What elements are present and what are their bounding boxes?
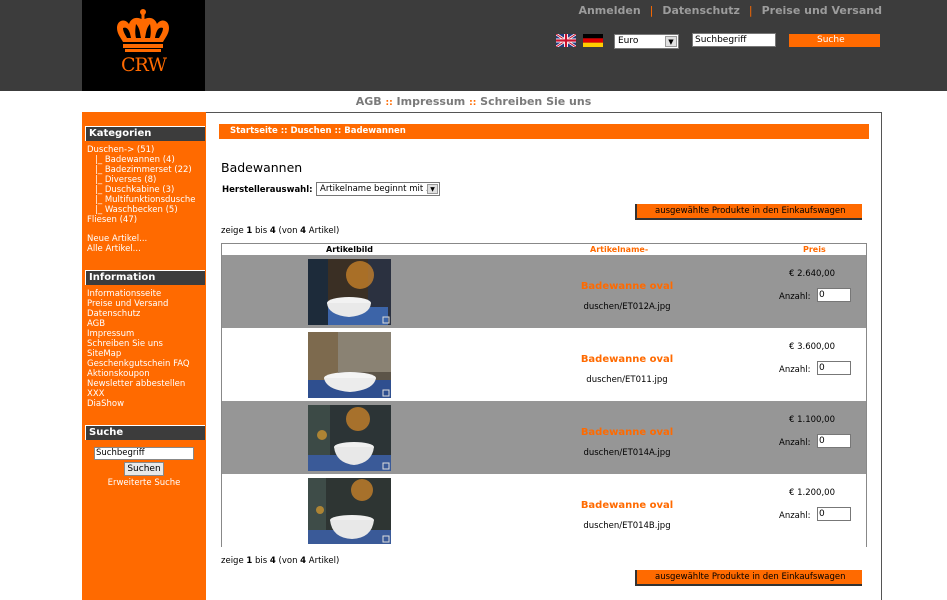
info-link[interactable]: XXX [87,389,190,399]
categories-title: Kategorien [85,126,205,141]
quantity-input[interactable]: 0 [817,361,851,375]
category-item[interactable]: |_ Waschbecken (5) [87,205,196,215]
product-price: € 3.600,00 [789,342,835,352]
all-products-link[interactable]: Alle Artikel... [87,244,196,254]
currency-select[interactable]: Euro ▼ [614,34,679,49]
info-link[interactable]: Schreiben Sie uns [87,339,190,349]
product-image[interactable] [308,405,391,471]
new-products-link[interactable]: Neue Artikel... [87,234,196,244]
product-name-link[interactable]: Badewanne oval [562,427,692,438]
product-price: € 2.640,00 [789,269,835,279]
sidebar: Kategorien Duschen-> (51) |_ Badewannen … [82,112,206,600]
page-title: Badewannen [221,160,303,175]
info-link[interactable]: Geschenkgutschein FAQ [87,359,190,369]
manufacturer-label: Herstellerauswahl: [222,185,313,195]
manufacturer-select-value: Artikelname beginnt mit ... [320,184,434,194]
header-image: Artikelbild [326,245,373,254]
info-link[interactable]: AGB [87,319,190,329]
table-row: Badewanne oval duschen/ET012A.jpg € 2.64… [222,255,866,328]
header-price[interactable]: Preis [803,244,826,255]
info-link[interactable]: Impressum [87,329,190,339]
logo[interactable]: CRW [82,0,205,91]
quantity-input[interactable]: 0 [817,288,851,302]
product-image[interactable] [308,259,391,325]
privacy-link[interactable]: Datenschutz [662,4,740,17]
shipping-link[interactable]: Preise und Versand [762,4,882,17]
top-links: Anmelden | Datenschutz | Preise und Versand [578,4,882,17]
sidebar-search-button[interactable]: Suchen [124,462,164,476]
chevron-down-icon: ▼ [665,36,677,47]
separator: :: [469,98,477,108]
logo-text: CRW [121,54,167,76]
search-title: Suche [85,425,205,440]
advanced-search-link[interactable]: Erweiterte Suche [82,478,206,488]
header-bar: CRW Anmelden | Datenschutz | Preise und Vers… [0,0,947,91]
uk-flag-icon[interactable] [556,34,576,47]
category-item[interactable]: |_ Duschkabine (3) [87,185,196,195]
product-name-link[interactable]: Badewanne oval [562,281,692,292]
table-row: Badewanne oval duschen/ET014A.jpg € 1.10… [222,401,866,474]
header-name[interactable]: Artikelname- [590,244,648,255]
product-file: duschen/ET014A.jpg [583,448,671,458]
category-item[interactable]: |_ Badezimmerset (22) [87,165,196,175]
information-title: Information [85,270,205,285]
separator: :: [385,98,393,108]
sidebar-search-input[interactable]: Suchbegriff [94,447,194,460]
add-to-cart-button[interactable]: ausgewählte Produkte in den Einkaufswage… [635,204,862,220]
product-file: duschen/ET014B.jpg [583,521,671,531]
info-link[interactable]: Informationsseite [87,289,190,299]
category-item[interactable]: Fliesen (47) [87,215,196,225]
info-link[interactable]: Newsletter abbestellen [87,379,190,389]
product-name-link[interactable]: Badewanne oval [562,500,692,511]
information-list: Informationsseite Preise und Versand Dat… [87,289,190,409]
table-row: Badewanne oval duschen/ET014B.jpg € 1.20… [222,474,866,547]
info-link[interactable]: Datenschutz [87,309,190,319]
contact-link[interactable]: Schreiben Sie uns [480,95,591,108]
separator: | [649,4,654,17]
manufacturer-select[interactable]: Artikelname beginnt mit ... ▼ [316,182,440,196]
crown-icon [117,9,169,52]
category-item[interactable]: |_ Multifunktionsdusche [87,195,196,205]
product-table: Artikelbild Artikelname- Preis Badewanne… [221,243,867,547]
info-link[interactable]: Preise und Versand [87,299,190,309]
login-link[interactable]: Anmelden [578,4,640,17]
agb-link[interactable]: AGB [356,95,382,108]
quantity-label: Anzahl: [779,292,811,302]
german-flag-icon[interactable] [583,34,603,47]
category-item[interactable]: |_ Diverses (8) [87,175,196,185]
quantity-label: Anzahl: [779,438,811,448]
quantity-input[interactable]: 0 [817,507,851,521]
product-price: € 1.200,00 [789,488,835,498]
breadcrumb[interactable]: Startseite :: Duschen :: Badewannen [219,124,869,139]
currency-value: Euro [618,36,639,46]
result-count: zeige 1 bis 4 (von 4 Artikel) [221,556,340,566]
table-row: Badewanne oval duschen/ET011.jpg € 3.600… [222,328,866,401]
header-search-button[interactable]: Suche [789,34,880,47]
info-link[interactable]: DiaShow [87,399,190,409]
quantity-label: Anzahl: [779,365,811,375]
product-name-link[interactable]: Badewanne oval [562,354,692,365]
separator: | [748,4,753,17]
quantity-label: Anzahl: [779,511,811,521]
add-to-cart-button[interactable]: ausgewählte Produkte in den Einkaufswage… [635,570,862,586]
product-image[interactable] [308,478,391,544]
chevron-down-icon: ▼ [427,184,438,194]
product-price: € 1.100,00 [789,415,835,425]
product-file: duschen/ET012A.jpg [583,302,671,312]
product-file: duschen/ET011.jpg [586,375,668,385]
result-count: zeige 1 bis 4 (von 4 Artikel) [221,226,340,236]
info-link[interactable]: Aktionskoupon [87,369,190,379]
category-item[interactable]: |_ Badewannen (4) [87,155,196,165]
info-link[interactable]: SiteMap [87,349,190,359]
header-search-input[interactable]: Suchbegriff [692,33,776,47]
impressum-link[interactable]: Impressum [397,95,466,108]
category-item[interactable]: Duschen-> (51) [87,145,196,155]
product-image[interactable] [308,332,391,398]
quantity-input[interactable]: 0 [817,434,851,448]
category-list: Duschen-> (51) |_ Badewannen (4) |_ Bade… [87,145,196,254]
secondary-nav: AGB :: Impressum :: Schreiben Sie uns [0,95,947,108]
